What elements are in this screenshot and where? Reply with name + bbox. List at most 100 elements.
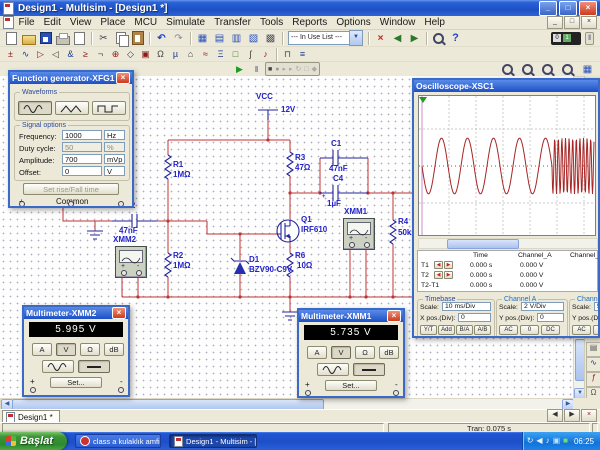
- amplitude-unit[interactable]: mVp: [104, 154, 125, 164]
- mdi-restore-button[interactable]: □: [564, 16, 580, 29]
- fullscreen-icon[interactable]: ▦: [579, 62, 596, 77]
- forward-annotate-icon[interactable]: ▶: [406, 31, 423, 46]
- mosfet-Q1-symbol[interactable]: [277, 220, 299, 242]
- place-rf-icon[interactable]: ≈: [198, 48, 213, 61]
- menu-tools[interactable]: Tools: [255, 17, 287, 28]
- place-advanced-peripherals-icon[interactable]: ⌂: [183, 48, 198, 61]
- menu-edit[interactable]: Edit: [39, 17, 65, 28]
- zoom-out-icon[interactable]: [519, 62, 536, 77]
- document-icon[interactable]: [3, 16, 14, 29]
- menu-view[interactable]: View: [65, 17, 96, 28]
- xmm1-ohm-button[interactable]: Ω: [355, 346, 375, 359]
- run-simulation-switch[interactable]: 01: [551, 32, 581, 45]
- database-manager-icon[interactable]: ▥: [228, 31, 245, 46]
- close-tab-icon[interactable]: ×: [581, 409, 597, 422]
- distortion-analyzer-instrument-icon[interactable]: ƒ: [586, 372, 600, 387]
- cut-icon[interactable]: ✂: [95, 31, 112, 46]
- frequency-input[interactable]: 1000: [62, 130, 102, 140]
- place-bus-icon[interactable]: ≡: [295, 48, 310, 61]
- multimeter-xmm2-close-icon[interactable]: ×: [112, 307, 126, 319]
- undo-icon[interactable]: ↶: [153, 31, 170, 46]
- channel-a-dc-button[interactable]: DC: [541, 325, 560, 335]
- redo-icon[interactable]: ↷: [170, 31, 187, 46]
- channel-b-zero-button[interactable]: 0: [593, 325, 600, 335]
- place-ttl-icon[interactable]: ≥: [78, 48, 93, 61]
- tray-volume-icon[interactable]: ♪: [546, 436, 550, 446]
- taskbar-item-multisim[interactable]: Design1 - Multisim - [...: [169, 434, 257, 448]
- menu-simulate[interactable]: Simulate: [162, 17, 210, 28]
- place-indicator-icon[interactable]: ▣: [138, 48, 153, 61]
- t2-right-icon[interactable]: ▶: [444, 271, 453, 279]
- run-icon[interactable]: ▶: [231, 62, 248, 77]
- place-source-icon[interactable]: ±: [3, 48, 18, 61]
- yt-mode-button[interactable]: Y/T: [420, 325, 437, 335]
- t1-right-icon[interactable]: ▶: [444, 261, 453, 269]
- minimize-button[interactable]: _: [539, 1, 557, 16]
- start-button[interactable]: Başlat: [0, 432, 67, 450]
- new-icon[interactable]: [3, 31, 20, 46]
- tab-scroll-left-icon[interactable]: ◀: [547, 409, 563, 422]
- xmm1-ampere-button[interactable]: A: [307, 346, 327, 359]
- xmm2-db-button[interactable]: dB: [104, 343, 124, 356]
- breakpoint-icon[interactable]: □: [304, 66, 308, 73]
- xmm2-instrument-symbol[interactable]: + -: [115, 246, 147, 278]
- ground-symbol-output[interactable]: [282, 312, 298, 320]
- function-generator-close-icon[interactable]: ×: [116, 72, 130, 84]
- function-generator-titlebar[interactable]: Function generator-XFG1 ×: [10, 72, 132, 84]
- timebase-xpos-input[interactable]: 0: [458, 313, 491, 322]
- xmm2-set-button[interactable]: Set...: [50, 377, 102, 388]
- electrical-rules-check-icon[interactable]: ×: [372, 31, 389, 46]
- copy-icon[interactable]: [112, 31, 129, 46]
- tray-hide-icons-chevron[interactable]: ◀: [536, 436, 542, 446]
- frequency-unit[interactable]: Hz: [104, 130, 125, 140]
- place-analog-icon[interactable]: &: [63, 48, 78, 61]
- offset-input[interactable]: 0: [62, 166, 102, 176]
- step-out-icon[interactable]: ↻: [296, 65, 302, 73]
- postprocessor-icon[interactable]: ▩: [262, 31, 279, 46]
- oscilloscope-titlebar[interactable]: Oscilloscope-XSC1: [414, 80, 598, 92]
- multimeter-xmm1-close-icon[interactable]: ×: [387, 310, 401, 322]
- resistor-R2-symbol[interactable]: [165, 253, 171, 277]
- zoom-fit-icon[interactable]: [559, 62, 576, 77]
- taskbar-item-browser[interactable]: class a kulaklık amfisi ...: [75, 434, 161, 448]
- multimeter-xmm1-titlebar[interactable]: Multimeter-XMM1 ×: [299, 310, 403, 322]
- open-icon[interactable]: [20, 31, 37, 46]
- xmm1-dc-mode-button[interactable]: [353, 363, 385, 376]
- timebase-scale-input[interactable]: 10 ms/Div: [442, 302, 491, 311]
- oscilloscope-graph[interactable]: [418, 95, 596, 236]
- in-use-list-value[interactable]: --- In Use List ---: [288, 31, 349, 45]
- toggle-grid-icon[interactable]: ▦: [194, 31, 211, 46]
- print-icon[interactable]: [54, 31, 71, 46]
- zoom-area-icon[interactable]: [539, 62, 556, 77]
- taskbar-clock[interactable]: 06:25: [574, 437, 594, 446]
- restore-button[interactable]: □: [559, 1, 577, 16]
- spreadsheet-view-icon[interactable]: ▤: [211, 31, 228, 46]
- place-ni-component-icon[interactable]: □: [228, 48, 243, 61]
- channel-a-ypos-input[interactable]: 0: [537, 313, 564, 322]
- place-connector-icon[interactable]: ʃ: [243, 48, 258, 61]
- xmm1-set-button[interactable]: Set...: [325, 380, 377, 391]
- print-preview-icon[interactable]: [71, 31, 88, 46]
- vcc-symbol[interactable]: [258, 110, 278, 120]
- place-electromech-icon[interactable]: Ξ: [213, 48, 228, 61]
- sine-wave-button[interactable]: [18, 101, 52, 115]
- place-transistor-icon[interactable]: ◁: [48, 48, 63, 61]
- close-button[interactable]: ×: [579, 1, 597, 16]
- add-mode-button[interactable]: Add: [438, 325, 455, 335]
- zoom-in-icon[interactable]: [499, 62, 516, 77]
- find-icon[interactable]: [430, 31, 447, 46]
- place-diode-icon[interactable]: ▷: [33, 48, 48, 61]
- help-icon[interactable]: ?: [447, 31, 464, 46]
- paste-icon[interactable]: [129, 31, 146, 46]
- step-into-icon[interactable]: ▸: [282, 65, 286, 73]
- xmm1-ac-mode-button[interactable]: [317, 363, 349, 376]
- menu-help[interactable]: Help: [420, 17, 450, 28]
- menu-transfer[interactable]: Transfer: [210, 17, 256, 28]
- pause-simulation-button[interactable]: ‖: [585, 32, 594, 45]
- scope-scrollbar[interactable]: [418, 238, 598, 249]
- tray-ni-icon[interactable]: ■: [563, 436, 568, 446]
- ab-mode-button[interactable]: A/B: [474, 325, 491, 335]
- duty-cycle-input[interactable]: 50: [62, 142, 102, 152]
- xmm2-minus-terminal[interactable]: -: [120, 377, 123, 386]
- remove-breakpoint-icon[interactable]: ◆: [312, 65, 317, 73]
